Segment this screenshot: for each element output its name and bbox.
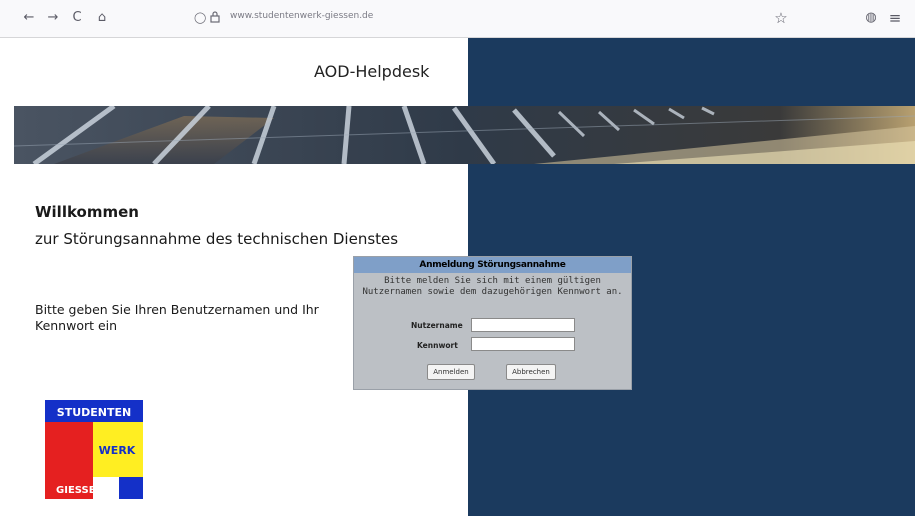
bookmark-star-icon[interactable]: ☆ (772, 9, 790, 27)
back-icon[interactable]: ← (20, 9, 38, 27)
username-input[interactable] (471, 318, 575, 332)
browser-toolbar: ← → C ⌂ ◯ www.studentenwerk-giessen.de ☆… (0, 0, 915, 38)
shield-icon[interactable]: ◯ (194, 11, 206, 25)
solar-panel-banner (14, 106, 915, 164)
url-bar[interactable]: ◯ www.studentenwerk-giessen.de (190, 8, 770, 28)
login-button[interactable]: Anmelden (427, 364, 475, 380)
cancel-button[interactable]: Abbrechen (506, 364, 556, 380)
logo-text-werk: WERK (99, 444, 136, 457)
login-dialog: Anmeldung Störungsannahme Bitte melden S… (353, 256, 632, 390)
lock-icon[interactable] (210, 11, 220, 28)
home-icon[interactable]: ⌂ (93, 9, 111, 27)
login-message: Bitte melden Sie sich mit einem gültigen… (362, 276, 623, 297)
username-label: Nutzername (411, 321, 463, 330)
account-icon[interactable]: ◍ (862, 9, 880, 27)
welcome-heading: Willkommen (35, 203, 139, 221)
menu-icon[interactable]: ≡ (886, 9, 904, 27)
forward-icon[interactable]: → (44, 9, 62, 27)
url-text[interactable]: www.studentenwerk-giessen.de (230, 11, 373, 21)
login-dialog-title: Anmeldung Störungsannahme (354, 257, 631, 273)
password-input[interactable] (471, 337, 575, 351)
reload-icon[interactable]: C (68, 9, 86, 27)
page: AOD-Helpdesk Willkommen zur Störungsanna… (0, 38, 915, 516)
login-instruction: Bitte geben Sie Ihren Benutzernamen und … (35, 302, 319, 333)
studentenwerk-logo: STUDENTEN WERK GIESSEN (45, 400, 143, 499)
logo-text-studenten: STUDENTEN (57, 406, 131, 419)
password-label: Kennwort (417, 341, 458, 350)
page-title: AOD-Helpdesk (314, 62, 430, 81)
welcome-subtitle: zur Störungsannahme des technischen Dien… (35, 230, 399, 248)
logo-text-giessen: GIESSEN (56, 485, 104, 496)
